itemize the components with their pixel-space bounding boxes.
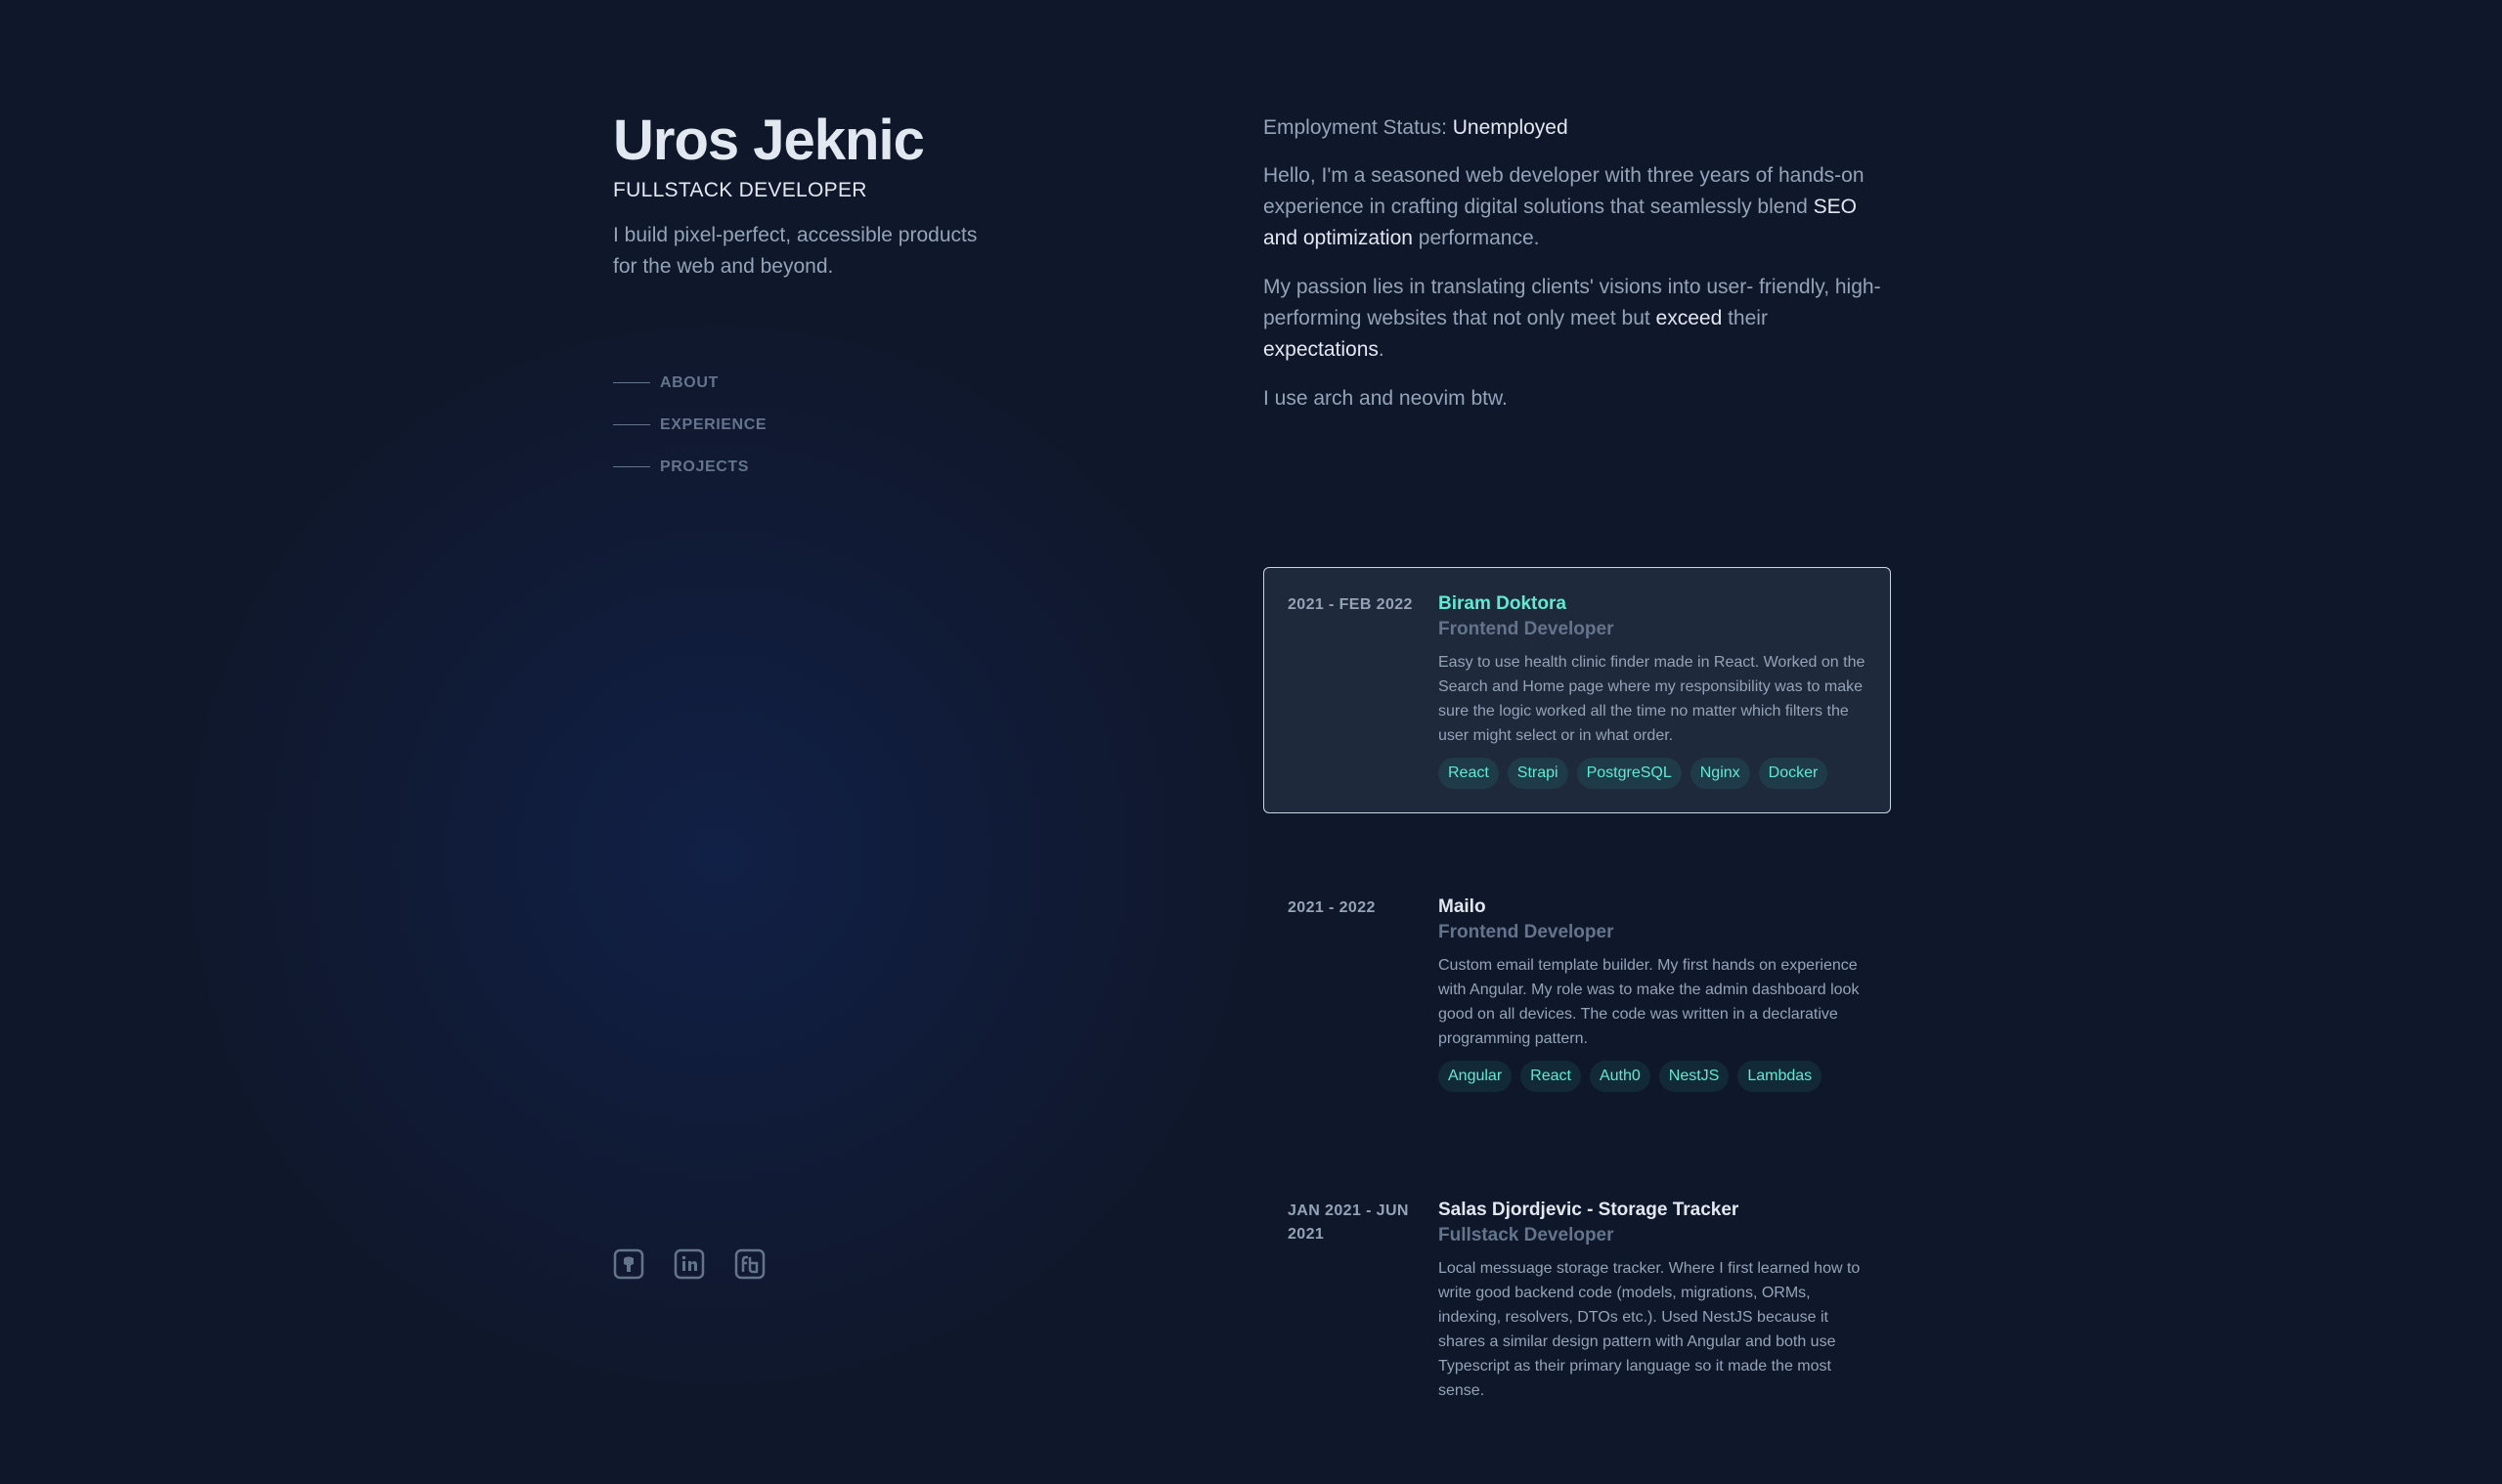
nav-item-projects[interactable]: PROJECTS	[613, 446, 767, 488]
section-nav: ABOUT EXPERIENCE PROJECTS	[613, 362, 767, 488]
experience-title: Fullstack Developer	[1438, 1225, 1614, 1245]
experience-section: 2021 - FEB 2022 Biram Doktora Frontend D…	[1263, 567, 1891, 1484]
tech-tag: PostgreSQL	[1576, 758, 1682, 789]
nav-indicator	[613, 466, 650, 467]
experience-body: Salas Djordjevic - Storage Tracker Fulls…	[1438, 1198, 1866, 1403]
status-label: Employment Status:	[1263, 116, 1453, 139]
nav-item-about[interactable]: ABOUT	[613, 362, 767, 404]
experience-card[interactable]: 2021 - 2022 Mailo Frontend Developer Cus…	[1263, 870, 1891, 1116]
nav-item-experience[interactable]: EXPERIENCE	[613, 404, 767, 446]
about-text: .	[1378, 338, 1384, 361]
tech-tag: React	[1438, 758, 1499, 789]
profile-tagline: I build pixel-perfect, accessible produc…	[613, 224, 978, 278]
about-highlight: exceed	[1655, 307, 1723, 329]
github-icon[interactable]	[613, 1248, 644, 1280]
tech-tag: Lambdas	[1737, 1061, 1822, 1092]
experience-card[interactable]: JAN 2021 - JUN 2021 Salas Djordjevic - S…	[1263, 1173, 1891, 1427]
nav-indicator	[613, 382, 650, 383]
nav-indicator	[613, 424, 650, 425]
linkedin-icon[interactable]	[674, 1248, 705, 1280]
experience-date: 2021 - 2022	[1288, 899, 1376, 916]
tech-tag: NestJS	[1658, 1061, 1730, 1092]
tech-tag: React	[1520, 1061, 1581, 1092]
experience-title: Frontend Developer	[1438, 619, 1614, 639]
nav-label: PROJECTS	[660, 458, 750, 475]
experience-date: JAN 2021 - JUN 2021	[1288, 1202, 1409, 1243]
social-links	[613, 1248, 766, 1280]
nav-label: EXPERIENCE	[660, 415, 768, 433]
experience-title: Frontend Developer	[1438, 922, 1614, 942]
experience-company[interactable]: Mailo	[1438, 895, 1866, 920]
experience-date: 2021 - FEB 2022	[1288, 596, 1413, 613]
experience-body: Biram Doktora Frontend Developer Easy to…	[1438, 591, 1866, 789]
about-text: their	[1722, 307, 1768, 329]
freecodecamp-icon[interactable]	[734, 1248, 766, 1280]
status-value: Unemployed	[1452, 116, 1568, 139]
about-section: Employment Status: Unemployed Hello, I'm…	[1263, 112, 1889, 432]
tech-tags: React Strapi PostgreSQL Nginx Docker	[1438, 758, 1866, 789]
about-text: Hello, I'm a seasoned web developer with…	[1263, 164, 1865, 218]
tech-tags: Angular React Auth0 NestJS Lambdas	[1438, 1061, 1866, 1092]
experience-card[interactable]: 2021 - FEB 2022 Biram Doktora Frontend D…	[1263, 567, 1891, 813]
about-text: My passion lies in translating clients' …	[1263, 276, 1881, 329]
profile-name[interactable]: Uros Jeknic	[613, 103, 1063, 179]
experience-body: Mailo Frontend Developer Custom email te…	[1438, 895, 1866, 1092]
tech-tag: Auth0	[1589, 1061, 1650, 1092]
tech-tag: Angular	[1438, 1061, 1513, 1092]
tech-tag: Nginx	[1690, 758, 1750, 789]
employment-status: Employment Status: Unemployed	[1263, 112, 1889, 144]
experience-description: Easy to use health clinic finder made in…	[1438, 654, 1866, 744]
profile-role: FULLSTACK DEVELOPER	[613, 179, 867, 201]
experience-company[interactable]: Biram Doktora	[1438, 591, 1866, 617]
about-text: performance.	[1412, 227, 1540, 249]
experience-company[interactable]: Salas Djordjevic - Storage Tracker	[1438, 1198, 1866, 1223]
about-paragraph: My passion lies in translating clients' …	[1263, 272, 1889, 366]
tech-tag: Strapi	[1507, 758, 1568, 789]
about-paragraph: I use arch and neovim btw.	[1263, 387, 1508, 410]
about-paragraph: Hello, I'm a seasoned web developer with…	[1263, 160, 1889, 254]
about-highlight: expectations	[1263, 338, 1379, 361]
experience-description: Local messuage storage tracker. Where I …	[1438, 1260, 1861, 1399]
nav-label: ABOUT	[660, 373, 719, 391]
profile-header: Uros Jeknic FULLSTACK DEVELOPER I build …	[613, 103, 1063, 283]
experience-description: Custom email template builder. My first …	[1438, 957, 1860, 1047]
tech-tag: Docker	[1758, 758, 1828, 789]
